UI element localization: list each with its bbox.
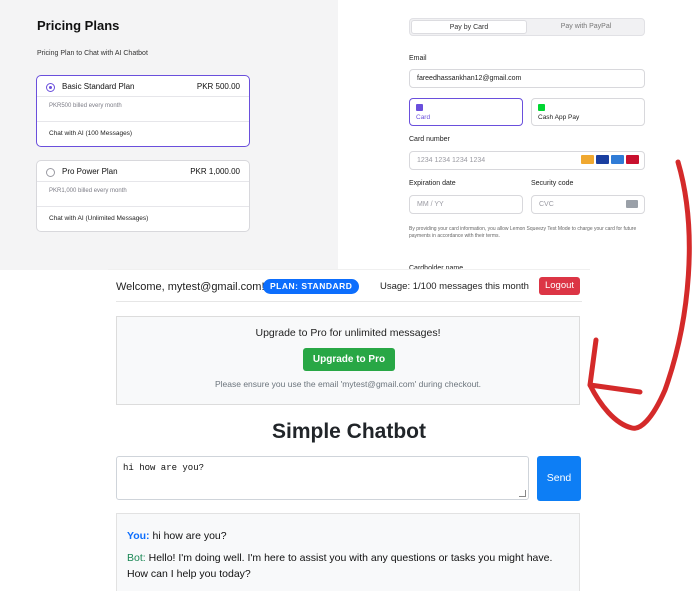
- plan-feature: Chat with AI (100 Messages): [49, 130, 133, 137]
- chatbot-app: Welcome, mytest@gmail.com! PLAN: STANDAR…: [108, 270, 590, 591]
- message-input[interactable]: hi how are you?: [116, 456, 529, 500]
- email-label: Email: [409, 55, 427, 62]
- payment-tabs: Pay by Card Pay with PayPal: [409, 18, 645, 36]
- method-label: Cash App Pay: [538, 114, 580, 121]
- plan-price: PKR 500.00: [196, 82, 240, 91]
- card-icon: [416, 104, 423, 111]
- pricing-panel: Pricing Plans Pricing Plan to Chat with …: [0, 0, 338, 270]
- payment-panel: Pay by Card Pay with PayPal Email fareed…: [338, 0, 700, 272]
- upgrade-to-pro-button[interactable]: Upgrade to Pro: [303, 348, 395, 371]
- radio-unselected-icon[interactable]: [46, 168, 55, 177]
- chat-message-user: You: hi how are you?: [127, 528, 567, 544]
- amex-icon: [611, 155, 624, 164]
- plan-feature: Chat with AI (Unlimited Messages): [49, 215, 149, 222]
- method-cash-app[interactable]: Cash App Pay: [531, 98, 645, 126]
- divider: [37, 96, 249, 97]
- pricing-title: Pricing Plans: [37, 18, 120, 33]
- chat-message-bot: Bot: Hello! I'm doing well. I'm here to …: [127, 550, 567, 582]
- plan-name: Basic Standard Plan: [62, 82, 135, 91]
- tab-pay-with-paypal[interactable]: Pay with PayPal: [528, 20, 644, 34]
- security-label: Security code: [531, 180, 574, 187]
- tab-pay-by-card[interactable]: Pay by Card: [411, 20, 527, 34]
- upgrade-banner: Upgrade to Pro for unlimited messages! U…: [116, 316, 580, 405]
- card-brands: [581, 155, 696, 164]
- plan-badge: PLAN: STANDARD: [263, 279, 360, 294]
- pricing-subtitle: Pricing Plan to Chat with AI Chatbot: [37, 50, 148, 57]
- chat-log: You: hi how are you? Bot: Hello! I'm doi…: [116, 513, 580, 591]
- plan-billed: PKR1,000 billed every month: [49, 188, 127, 194]
- mastercard-icon: [581, 155, 594, 164]
- sender-label: You:: [127, 530, 150, 542]
- logout-button[interactable]: Logout: [539, 277, 580, 295]
- plan-billed: PKR500 billed every month: [49, 103, 122, 109]
- message-text: hi how are you?: [149, 530, 227, 542]
- unionpay-icon: [626, 155, 639, 164]
- divider: [37, 121, 249, 122]
- cash-app-icon: [538, 104, 545, 111]
- card-number-label: Card number: [409, 136, 450, 143]
- send-button[interactable]: Send: [537, 456, 581, 501]
- plan-card-basic[interactable]: Basic Standard Plan PKR 500.00 PKR500 bi…: [36, 75, 250, 147]
- upgrade-title: Upgrade to Pro for unlimited messages!: [255, 327, 441, 339]
- sender-label: Bot:: [127, 552, 146, 564]
- plan-card-pro[interactable]: Pro Power Plan PKR 1,000.00 PKR1,000 bil…: [36, 160, 250, 232]
- welcome-text: Welcome, mytest@gmail.com!: [116, 281, 265, 293]
- header-divider: [116, 301, 582, 302]
- visa-icon: [596, 155, 609, 164]
- expiration-input[interactable]: MM / YY: [409, 195, 523, 214]
- card-disclaimer: By providing your card information, you …: [409, 226, 637, 239]
- usage-text: Usage: 1/100 messages this month: [380, 281, 529, 292]
- plan-name: Pro Power Plan: [62, 167, 118, 176]
- upgrade-note: Please ensure you use the email 'mytest@…: [214, 379, 482, 389]
- plan-price: PKR 1,000.00: [190, 167, 240, 176]
- method-label: Card: [416, 114, 431, 121]
- cvc-card-icon: [626, 200, 638, 208]
- divider: [37, 206, 249, 207]
- message-input-value: hi how are you?: [123, 463, 205, 473]
- radio-selected-icon[interactable]: [46, 83, 55, 92]
- message-text: Hello! I'm doing well. I'm here to assis…: [127, 552, 553, 580]
- divider: [37, 181, 249, 182]
- page-title: Simple Chatbot: [271, 420, 426, 443]
- expiration-label: Expiration date: [409, 180, 456, 187]
- method-card[interactable]: Card: [409, 98, 523, 126]
- email-field[interactable]: fareedhassankhan12@gmail.com: [409, 69, 645, 88]
- resize-grip-icon[interactable]: [519, 490, 526, 497]
- arrow-head: [587, 337, 643, 395]
